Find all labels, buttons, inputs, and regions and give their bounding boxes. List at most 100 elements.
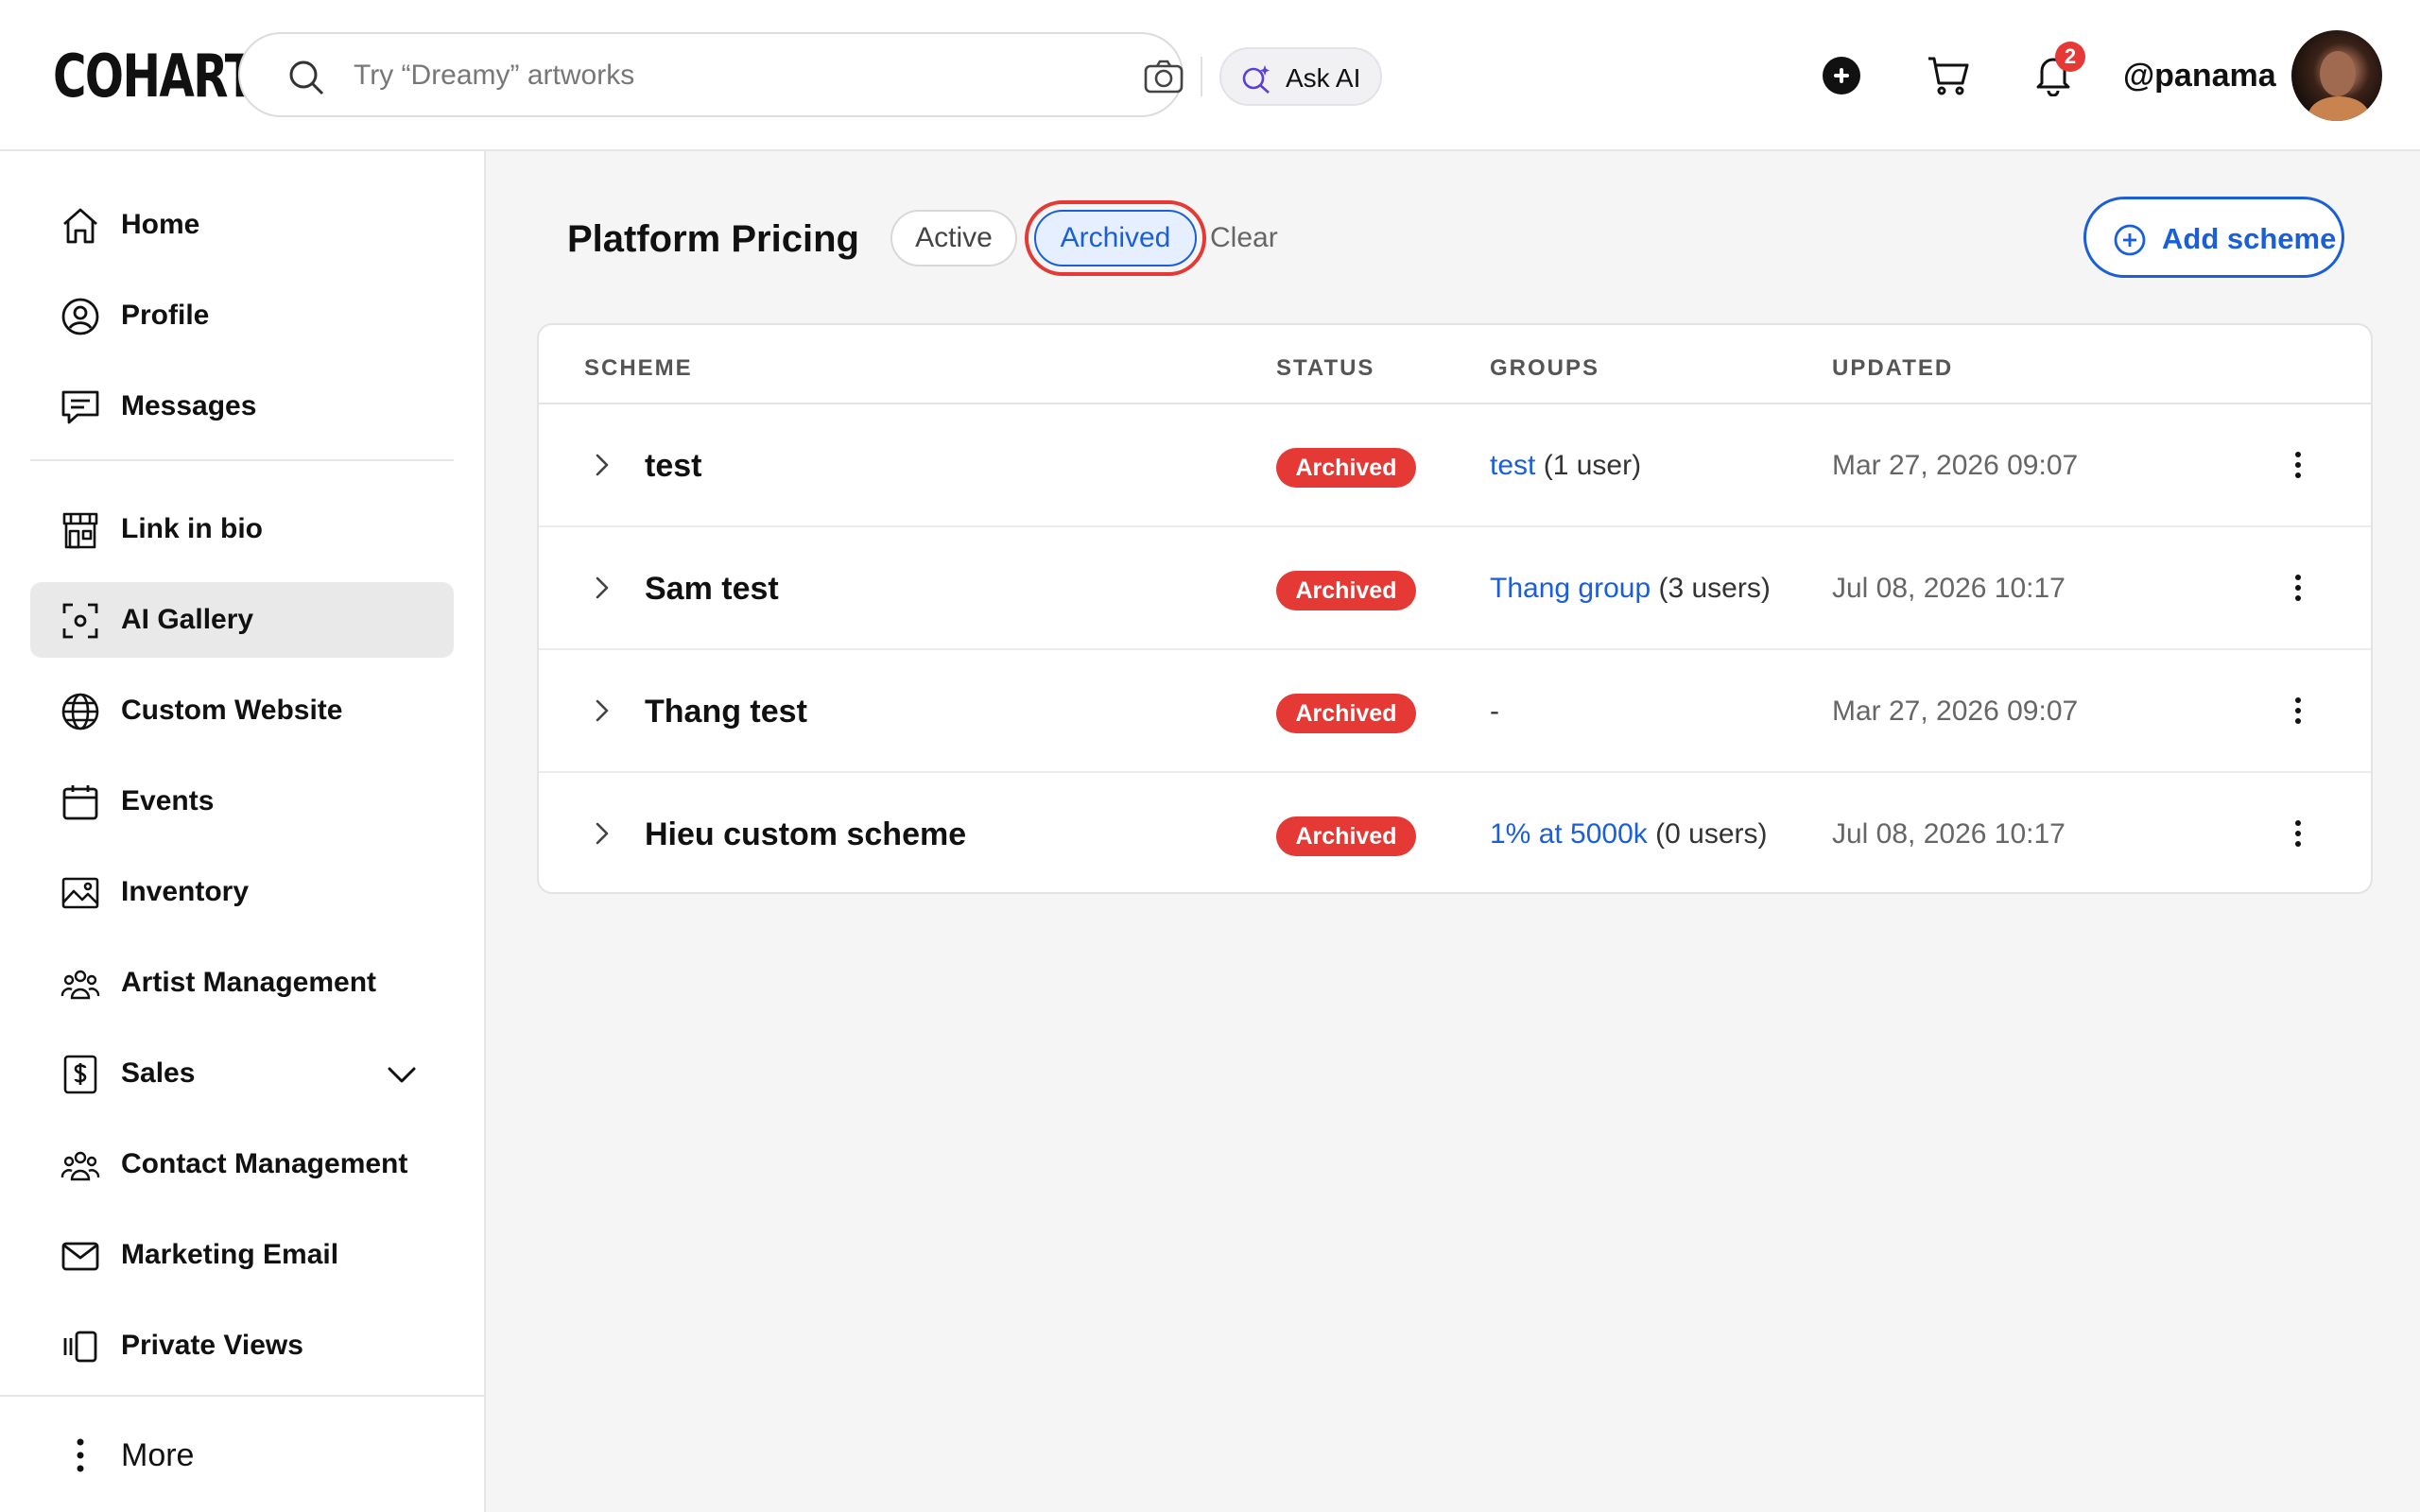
group-link[interactable]: test <box>1490 450 1535 481</box>
group-user-count: (0 users) <box>1655 818 1768 850</box>
sidebar-item-ai-gallery[interactable]: AI Gallery <box>30 582 454 658</box>
sidebar-item-label: Contact Management <box>121 1148 408 1179</box>
search-divider <box>1201 57 1202 96</box>
row-actions-icon[interactable] <box>2293 815 2303 852</box>
group-user-count: (3 users) <box>1658 573 1771 604</box>
chevron-right-icon[interactable] <box>588 694 616 728</box>
groups-cell: 1% at 5000k (0 users) <box>1490 815 1768 854</box>
sidebar-item-label: Events <box>121 785 215 816</box>
scheme-name: Hieu custom scheme <box>645 816 967 852</box>
plus-circle-icon <box>2114 224 2146 256</box>
status-badge: Archived <box>1276 448 1416 488</box>
updated-timestamp: Mar 27, 2026 09:07 <box>1832 696 2079 727</box>
scheme-name: Thang test <box>645 694 807 730</box>
chevron-right-icon[interactable] <box>588 816 616 850</box>
sidebar-item-messages[interactable]: Messages <box>30 369 454 444</box>
row-actions-icon[interactable] <box>2293 569 2303 607</box>
chevron-right-icon[interactable] <box>588 448 616 482</box>
home-icon <box>63 208 97 244</box>
sidebar-divider <box>30 459 454 461</box>
chevron-down-icon[interactable] <box>386 1058 418 1091</box>
groups-cell: - <box>1490 692 1499 731</box>
column-header-updated[interactable]: UPDATED <box>1832 350 1953 387</box>
pricing-schemes-table: SCHEME STATUS GROUPS UPDATED test Archiv… <box>537 323 2373 894</box>
sidebar-item-label: AI Gallery <box>121 604 254 635</box>
sidebar-item-label: Artist Management <box>121 967 377 998</box>
group-user-count: - <box>1490 696 1499 727</box>
sidebar-item-home[interactable]: Home <box>30 187 454 263</box>
notification-count-badge: 2 <box>2055 42 2085 72</box>
updated-timestamp: Jul 08, 2026 10:17 <box>1832 573 2066 604</box>
profile-icon <box>61 298 99 335</box>
search-bar[interactable]: Try “Dreamy” artworks Ask AI <box>238 32 1382 117</box>
sidebar-item-label: Messages <box>121 390 257 421</box>
sidebar-item-label: Private Views <box>121 1330 303 1361</box>
group-link[interactable]: 1% at 5000k <box>1490 818 1648 850</box>
private-views-icon <box>63 1331 97 1363</box>
sidebar-item-label: Home <box>121 209 200 240</box>
row-actions-icon[interactable] <box>2293 446 2303 484</box>
sidebar-item-profile[interactable]: Profile <box>30 278 454 353</box>
scheme-name: test <box>645 448 702 484</box>
filter-active-chip[interactable]: Active <box>890 210 1017 266</box>
sidebar-item-events[interactable]: Events <box>30 764 454 839</box>
sidebar-item-custom-website[interactable]: Custom Website <box>30 673 454 748</box>
sidebar-item-link-in-bio[interactable]: Link in bio <box>30 491 454 567</box>
table-row[interactable]: Sam test Archived Thang group (3 users) … <box>539 527 2371 650</box>
sidebar-more-button[interactable]: More <box>30 1418 454 1493</box>
row-actions-icon[interactable] <box>2293 692 2303 730</box>
ai-sparkle-search-icon <box>1242 65 1270 94</box>
sidebar-bottom-divider <box>0 1395 486 1397</box>
sidebar-item-inventory[interactable]: Inventory <box>30 854 454 930</box>
user-avatar[interactable] <box>2291 30 2382 121</box>
table-row[interactable]: Thang test Archived - Mar 27, 2026 09:07 <box>539 650 2371 773</box>
groups-cell: test (1 user) <box>1490 446 1641 486</box>
sidebar-item-artist-management[interactable]: Artist Management <box>30 945 454 1021</box>
add-scheme-label: Add scheme <box>2162 222 2337 255</box>
camera-icon[interactable] <box>1144 59 1184 94</box>
sidebar-item-sales[interactable]: Sales <box>30 1036 454 1111</box>
filter-archived-chip[interactable]: Archived <box>1034 210 1197 266</box>
calendar-icon <box>62 785 98 820</box>
column-header-groups[interactable]: GROUPS <box>1490 350 1599 387</box>
page-title: Platform Pricing <box>567 218 859 260</box>
more-label: More <box>121 1437 195 1473</box>
chevron-right-icon[interactable] <box>588 571 616 605</box>
more-vertical-icon <box>77 1438 84 1472</box>
column-header-status[interactable]: STATUS <box>1276 350 1374 387</box>
table-row[interactable]: test Archived test (1 user) Mar 27, 2026… <box>539 404 2371 527</box>
groups-cell: Thang group (3 users) <box>1490 569 1771 609</box>
search-icon <box>289 60 324 95</box>
storefront-icon <box>62 512 98 549</box>
ask-ai-label: Ask AI <box>1286 63 1361 93</box>
ask-ai-button[interactable]: Ask AI <box>1219 47 1382 106</box>
status-badge: Archived <box>1276 816 1416 856</box>
sidebar-item-label: Custom Website <box>121 695 343 726</box>
sidebar-item-contact-management[interactable]: Contact Management <box>30 1126 454 1202</box>
updated-timestamp: Mar 27, 2026 09:07 <box>1832 450 2079 481</box>
add-scheme-button[interactable]: Add scheme <box>2083 197 2344 278</box>
group-user-count: (1 user) <box>1543 450 1642 481</box>
people-icon <box>60 970 100 1000</box>
dollar-document-icon <box>63 1055 97 1094</box>
group-link[interactable]: Thang group <box>1490 573 1651 604</box>
sidebar-item-marketing-email[interactable]: Marketing Email <box>30 1217 454 1293</box>
globe-icon <box>61 693 99 730</box>
people-icon <box>60 1151 100 1181</box>
sidebar: Home Profile Messages Link in bio AI Gal… <box>0 151 486 1512</box>
image-icon <box>61 877 99 909</box>
ai-scan-icon <box>62 603 98 639</box>
search-placeholder[interactable]: Try “Dreamy” artworks <box>354 57 634 94</box>
scheme-name: Sam test <box>645 571 779 607</box>
username[interactable]: @panama <box>2123 55 2276 96</box>
sidebar-item-label: Sales <box>121 1057 196 1089</box>
column-header-scheme[interactable]: SCHEME <box>584 350 693 387</box>
sidebar-item-label: Inventory <box>121 876 250 907</box>
sidebar-item-private-views[interactable]: Private Views <box>30 1308 454 1383</box>
cart-icon[interactable] <box>1927 55 1970 96</box>
table-row[interactable]: Hieu custom scheme Archived 1% at 5000k … <box>539 773 2371 892</box>
create-plus-button[interactable] <box>1823 57 1860 94</box>
cohart-logo[interactable]: COHART <box>53 42 256 111</box>
clear-filters-link[interactable]: Clear <box>1210 219 1278 257</box>
updated-timestamp: Jul 08, 2026 10:17 <box>1832 818 2066 850</box>
